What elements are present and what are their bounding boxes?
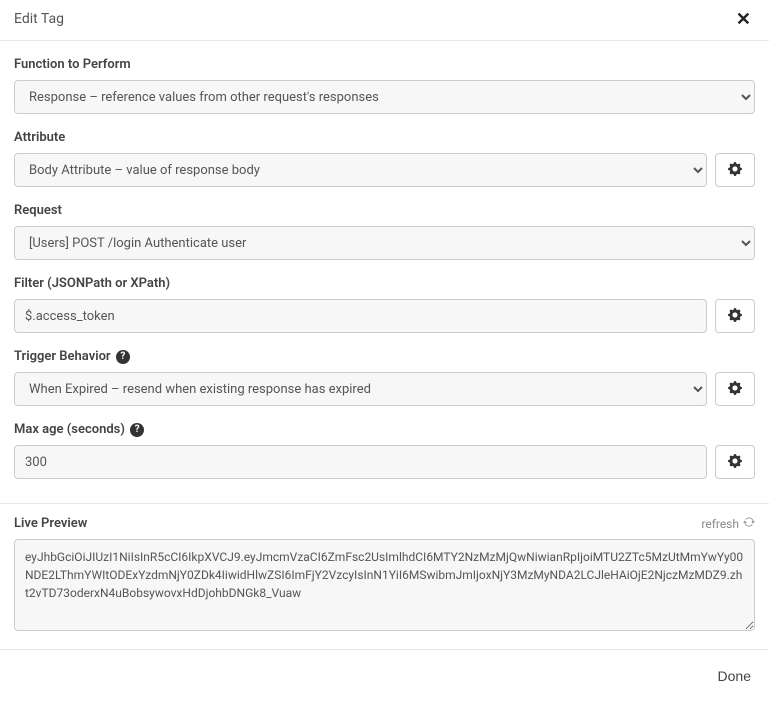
help-icon[interactable]: ? <box>130 423 144 437</box>
live-preview-output[interactable] <box>14 539 755 631</box>
attribute-settings-button[interactable] <box>715 153 755 187</box>
gear-icon <box>728 454 742 471</box>
attribute-label: Attribute <box>14 130 755 145</box>
dialog-footer: Done <box>0 649 769 702</box>
dialog-body: Function to Perform Response – reference… <box>0 41 769 503</box>
request-label: Request <box>14 203 755 218</box>
trigger-row: Trigger Behavior ? When Expired – resend… <box>14 349 755 406</box>
request-row: Request [Users] POST /login Authenticate… <box>14 203 755 260</box>
maxage-input[interactable] <box>14 445 707 479</box>
maxage-settings-button[interactable] <box>715 445 755 479</box>
function-row: Function to Perform Response – reference… <box>14 57 755 114</box>
done-button[interactable]: Done <box>716 664 753 688</box>
trigger-label: Trigger Behavior ? <box>14 349 755 364</box>
trigger-select[interactable]: When Expired – resend when existing resp… <box>14 372 707 406</box>
dialog-title: Edit Tag <box>14 11 64 27</box>
refresh-text: refresh <box>701 517 739 531</box>
help-icon[interactable]: ? <box>116 350 130 364</box>
request-select[interactable]: [Users] POST /login Authenticate user <box>14 226 755 260</box>
maxage-label-text: Max age (seconds) <box>14 422 125 437</box>
filter-settings-button[interactable] <box>715 299 755 333</box>
gear-icon <box>728 308 742 325</box>
filter-label: Filter (JSONPath or XPath) <box>14 276 755 291</box>
function-select[interactable]: Response – reference values from other r… <box>14 80 755 114</box>
filter-input[interactable] <box>14 299 707 333</box>
gear-icon <box>728 381 742 398</box>
gear-icon <box>728 162 742 179</box>
maxage-row: Max age (seconds) ? <box>14 422 755 479</box>
live-preview-label: Live Preview <box>14 516 87 531</box>
dialog-header: Edit Tag ✕ <box>0 0 769 41</box>
refresh-button[interactable]: refresh <box>701 516 755 531</box>
trigger-settings-button[interactable] <box>715 372 755 406</box>
function-label: Function to Perform <box>14 57 755 72</box>
refresh-icon <box>743 516 755 531</box>
trigger-label-text: Trigger Behavior <box>14 349 111 364</box>
maxage-label: Max age (seconds) ? <box>14 422 755 437</box>
attribute-select[interactable]: Body Attribute – value of response body <box>14 153 707 187</box>
close-icon: ✕ <box>736 9 751 29</box>
filter-row: Filter (JSONPath or XPath) <box>14 276 755 333</box>
live-preview-section: Live Preview refresh <box>0 503 769 649</box>
close-button[interactable]: ✕ <box>732 10 755 28</box>
edit-tag-dialog: Edit Tag ✕ Function to Perform Response … <box>0 0 769 702</box>
attribute-row: Attribute Body Attribute – value of resp… <box>14 130 755 187</box>
